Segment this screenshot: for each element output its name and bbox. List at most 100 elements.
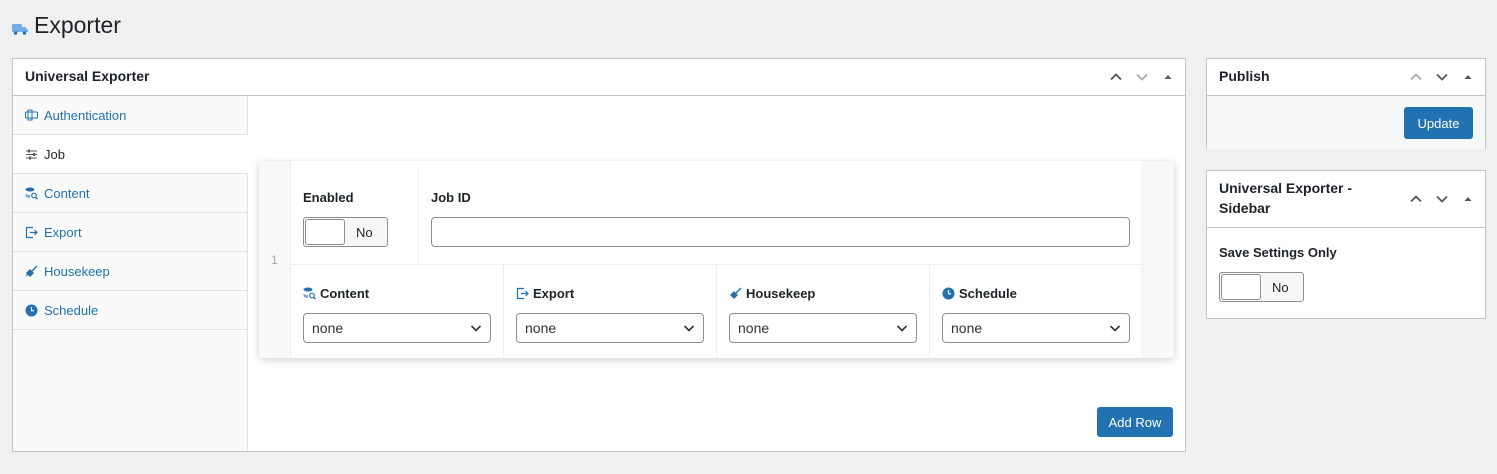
tab-label: Schedule — [44, 302, 99, 318]
job-id-label: Job ID — [431, 189, 471, 205]
triangle-up-icon — [1464, 197, 1472, 201]
chevron-down-icon — [1436, 73, 1448, 81]
export-icon — [25, 226, 38, 238]
database-search-icon — [303, 287, 316, 300]
row-drag-handle[interactable]: 1 — [259, 161, 291, 358]
sidebar-settings: Save Settings Only No — [1207, 228, 1485, 314]
truck-icon — [12, 23, 28, 35]
universal-exporter-sidebar-box: Universal Exporter - Sidebar Save Settin… — [1206, 170, 1486, 319]
housekeep-select[interactable]: none — [729, 313, 917, 343]
chevron-up-icon — [1410, 195, 1422, 203]
chevron-down-icon — [683, 325, 695, 332]
chevron-down-icon — [1109, 325, 1121, 332]
postbox-header: Universal Exporter — [13, 59, 1185, 96]
tab-authentication[interactable]: Authentication — [13, 96, 247, 135]
database-search-icon — [25, 187, 38, 200]
enabled-toggle[interactable]: No — [303, 217, 388, 247]
move-down-button[interactable] — [1431, 188, 1453, 210]
select-value: none — [951, 320, 983, 336]
select-value: none — [738, 320, 770, 336]
housekeep-label: Housekeep — [729, 285, 917, 301]
chevron-up-icon — [1110, 73, 1122, 81]
postbox-header: Publish — [1207, 59, 1485, 96]
chevron-down-icon — [470, 325, 482, 332]
chevron-down-icon — [1136, 73, 1148, 81]
add-row-button[interactable]: Add Row — [1097, 407, 1173, 437]
tab-label: Export — [44, 224, 82, 240]
field-row-bottom: Content none Export none Housekeep none … — [291, 265, 1142, 358]
tab-job[interactable]: Job — [13, 135, 248, 174]
chevron-up-icon — [1410, 73, 1422, 81]
broom-icon — [26, 265, 38, 277]
authentication-icon — [25, 109, 38, 120]
enabled-field: Enabled No — [291, 169, 419, 264]
handle-actions — [1405, 188, 1485, 210]
schedule-label: Schedule — [942, 285, 1130, 301]
save-settings-toggle[interactable]: No — [1219, 272, 1304, 302]
update-button[interactable]: Update — [1404, 107, 1473, 139]
toggle-panel-button[interactable] — [1457, 188, 1479, 210]
triangle-up-icon — [1464, 75, 1472, 79]
select-value: none — [525, 320, 557, 336]
page-title-text: Exporter — [34, 12, 121, 38]
schedule-select[interactable]: none — [942, 313, 1130, 343]
tab-label: Housekeep — [44, 263, 110, 279]
field-label-text: Housekeep — [746, 285, 816, 301]
toggle-state-text: No — [356, 224, 373, 240]
field-label-text: Content — [320, 285, 370, 301]
postbox-header: Universal Exporter - Sidebar — [1207, 171, 1485, 228]
tab-housekeep[interactable]: Housekeep — [13, 252, 247, 291]
row-fields: Enabled No Job ID Content none Export no… — [291, 161, 1142, 358]
export-select[interactable]: none — [516, 313, 704, 343]
publish-box: Publish Update — [1206, 58, 1486, 149]
tab-content[interactable]: Content — [13, 174, 247, 213]
field-label-text: Schedule — [959, 285, 1017, 301]
toggle-knob — [305, 219, 345, 245]
box-title: Universal Exporter — [25, 68, 150, 85]
job-id-input[interactable] — [431, 217, 1130, 247]
universal-exporter-box: Universal Exporter Authentication Job Co… — [12, 58, 1186, 452]
export-label: Export — [516, 285, 704, 301]
toggle-panel-button[interactable] — [1457, 66, 1479, 88]
handle-actions — [1105, 66, 1185, 88]
save-settings-label: Save Settings Only — [1219, 244, 1337, 260]
job-id-field: Job ID — [419, 169, 1142, 264]
enabled-label: Enabled — [303, 189, 354, 205]
tab-export[interactable]: Export — [13, 213, 247, 252]
field-label-text: Export — [533, 285, 575, 301]
move-down-button[interactable] — [1431, 66, 1453, 88]
sliders-icon — [26, 149, 37, 159]
box-title: Publish — [1219, 68, 1270, 85]
select-value: none — [312, 320, 344, 336]
export-icon — [516, 287, 529, 299]
tab-label: Authentication — [44, 107, 127, 123]
schedule-field: Schedule none — [930, 265, 1142, 358]
tab-schedule[interactable]: Schedule — [13, 291, 247, 330]
housekeep-field: Housekeep none — [717, 265, 930, 358]
broom-icon — [730, 287, 742, 299]
move-up-button[interactable] — [1405, 66, 1427, 88]
toggle-state-text: No — [1272, 279, 1289, 295]
row-index: 1 — [271, 252, 278, 267]
clock-icon — [25, 304, 38, 316]
field-row-top: Enabled No Job ID — [291, 169, 1142, 265]
job-repeater-row: 1 Enabled No Job ID Content none Export … — [259, 161, 1174, 358]
toggle-panel-button[interactable] — [1157, 66, 1179, 88]
move-up-button[interactable] — [1405, 188, 1427, 210]
move-down-button[interactable] — [1131, 66, 1153, 88]
clock-icon — [942, 287, 955, 299]
triangle-up-icon — [1164, 75, 1172, 79]
tab-label: Content — [44, 185, 90, 201]
content-select[interactable]: none — [303, 313, 491, 343]
chevron-down-icon — [896, 325, 908, 332]
toggle-knob — [1221, 274, 1261, 300]
handle-actions — [1405, 66, 1485, 88]
chevron-down-icon — [1436, 195, 1448, 203]
content-field: Content none — [291, 265, 504, 358]
box-title: Universal Exporter - Sidebar — [1219, 180, 1353, 216]
export-field: Export none — [504, 265, 717, 358]
content-label: Content — [303, 285, 491, 301]
row-actions[interactable] — [1142, 161, 1174, 358]
publish-actions: Update — [1207, 96, 1485, 149]
move-up-button[interactable] — [1105, 66, 1127, 88]
